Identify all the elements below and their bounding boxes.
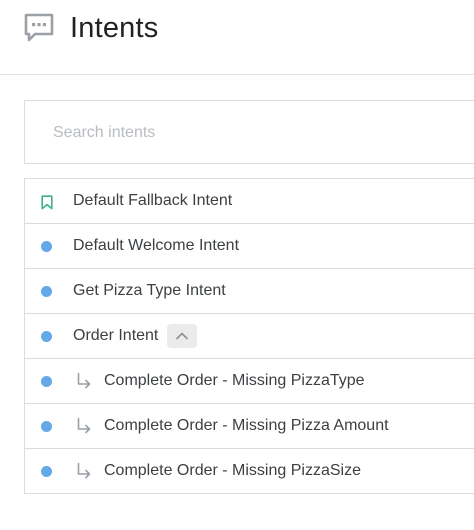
intent-row-order-intent[interactable]: Order Intent: [25, 314, 474, 359]
subdirectory-arrow-icon: [77, 417, 91, 434]
intent-list: Default Fallback Intent Default Welcome …: [24, 178, 474, 494]
page-title: Intents: [70, 12, 159, 44]
intent-dot: [41, 376, 52, 387]
search-input[interactable]: [53, 119, 453, 147]
intent-dot: [41, 466, 52, 477]
chat-bubble-icon: [24, 13, 54, 42]
subdirectory-arrow-icon: [77, 372, 91, 389]
intent-dot: [41, 421, 52, 432]
intent-label: Default Fallback Intent: [73, 192, 233, 209]
intent-row-get-pizza-type[interactable]: Get Pizza Type Intent: [25, 269, 474, 314]
bookmark-icon: [41, 195, 53, 210]
intent-row-missing-pizzasize[interactable]: Complete Order - Missing PizzaSize: [25, 449, 474, 494]
intent-row-missing-pizza-amount[interactable]: Complete Order - Missing Pizza Amount: [25, 404, 474, 449]
intent-label: Get Pizza Type Intent: [73, 282, 226, 299]
intent-dot: [41, 286, 52, 297]
intent-label: Complete Order - Missing PizzaType: [104, 372, 365, 389]
intent-row-default-fallback[interactable]: Default Fallback Intent: [25, 179, 474, 224]
collapse-toggle-button[interactable]: [167, 324, 197, 348]
intent-label: Default Welcome Intent: [73, 237, 240, 254]
intent-dot: [41, 331, 52, 342]
intent-dot: [41, 241, 52, 252]
intent-row-default-welcome[interactable]: Default Welcome Intent: [25, 224, 474, 269]
chevron-up-icon: [176, 332, 188, 340]
page-header: Intents: [0, 0, 474, 75]
intent-label: Order Intent: [73, 327, 159, 344]
intent-label: Complete Order - Missing Pizza Amount: [104, 417, 389, 434]
search-box[interactable]: [24, 100, 474, 164]
subdirectory-arrow-icon: [77, 462, 91, 479]
intent-row-missing-pizzatype[interactable]: Complete Order - Missing PizzaType: [25, 359, 474, 404]
intent-label: Complete Order - Missing PizzaSize: [104, 462, 361, 479]
